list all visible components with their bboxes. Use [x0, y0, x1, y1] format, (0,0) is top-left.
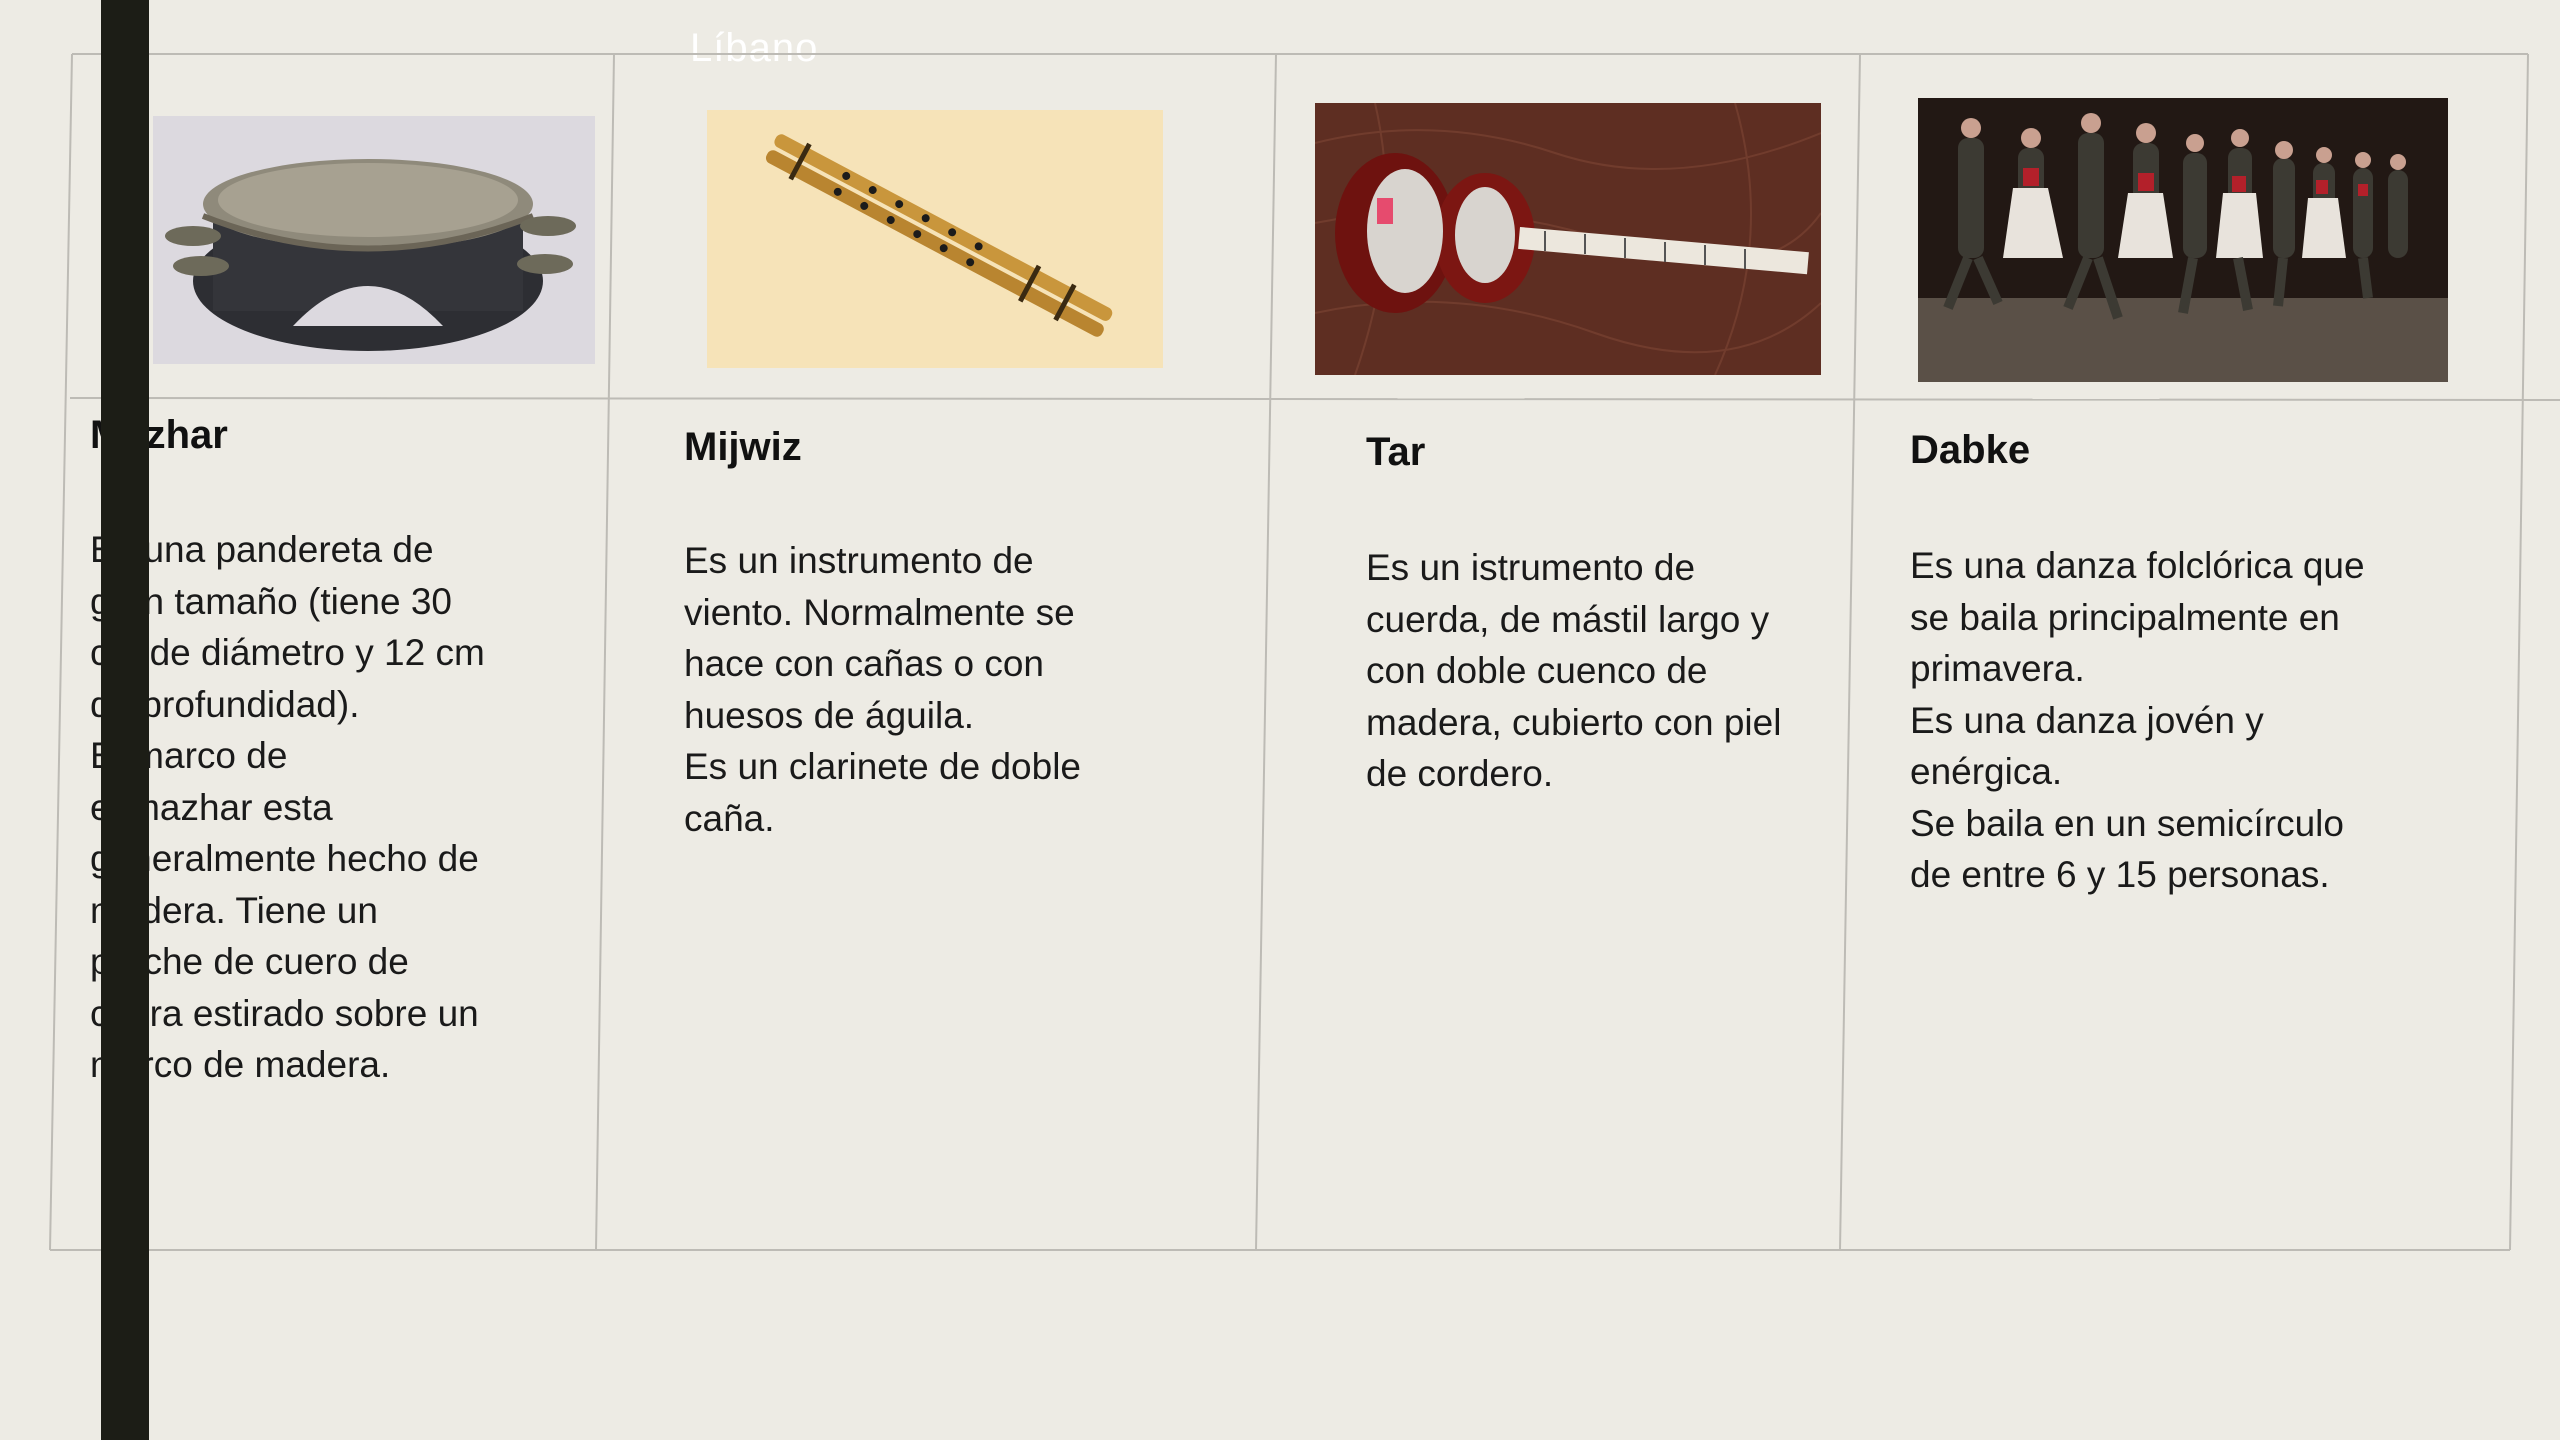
column-title-dabke: Dabke — [1910, 428, 2031, 472]
mazhar-image — [153, 116, 595, 364]
tar-image — [1315, 103, 1821, 375]
column-text-tar: Es un istrumento de cuerda, de mástil la… — [1366, 547, 1782, 794]
mijwiz-image — [707, 110, 1163, 368]
column-title-tar: Tar — [1366, 430, 1426, 474]
column-text-mazhar: Es una pandereta de gran tamaño (tiene 3… — [90, 529, 485, 1085]
column-text-mijwiz: Es un instrumento de viento. Normalmente… — [684, 540, 1081, 839]
side-accent-bar — [101, 0, 149, 1440]
dabke-image — [1918, 98, 2448, 382]
column-text-dabke: Es una danza folclórica que se baila pri… — [1910, 545, 2365, 895]
column-title-mijwiz: Mijwiz — [684, 425, 802, 469]
